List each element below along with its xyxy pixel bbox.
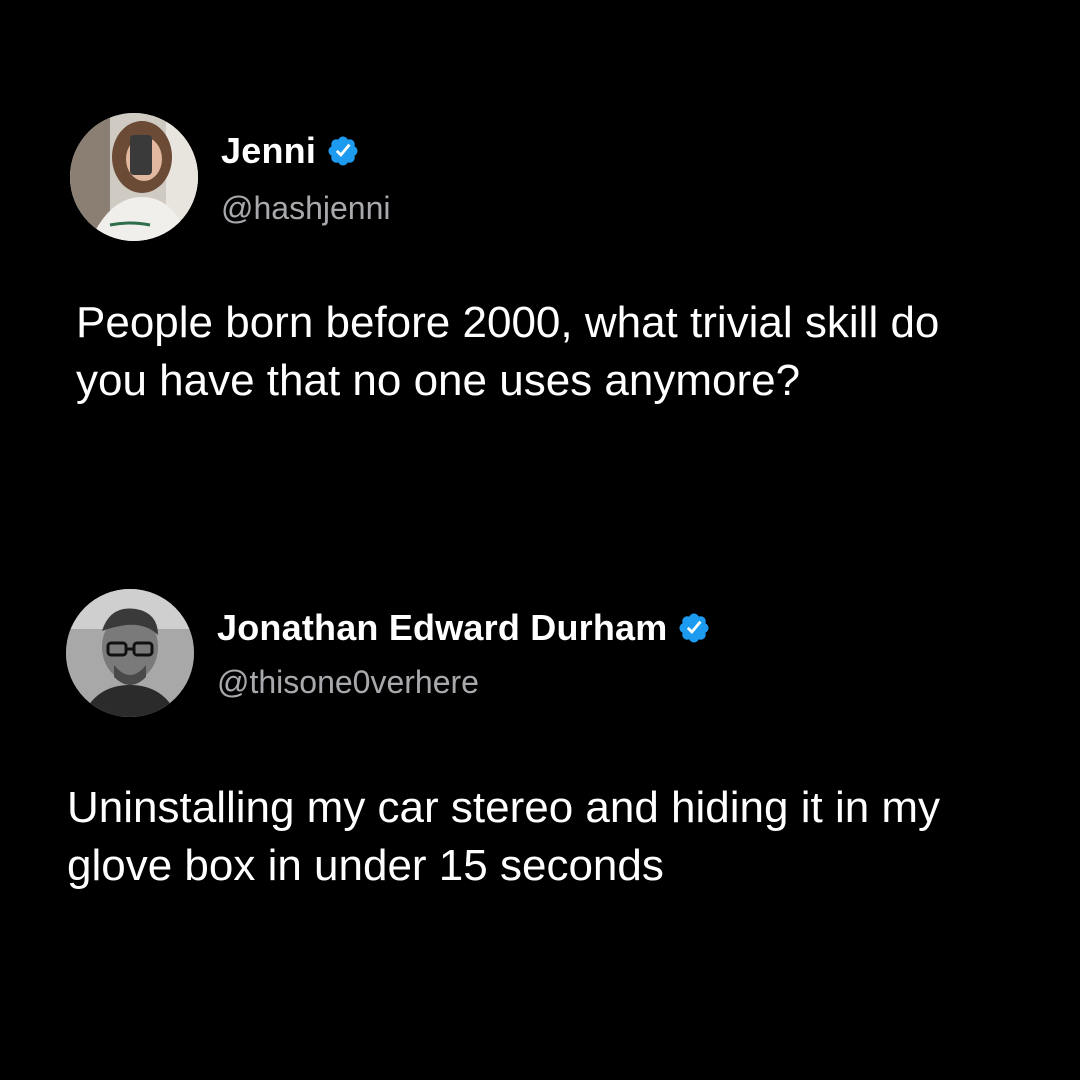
- display-name[interactable]: Jonathan Edward Durham: [217, 607, 667, 649]
- username-handle[interactable]: @thisone0verhere: [217, 664, 479, 701]
- post-text: Uninstalling my car stereo and hiding it…: [67, 783, 941, 890]
- avatar-jenni[interactable]: [70, 113, 198, 241]
- avatar-photo-icon: [66, 589, 194, 717]
- author-row: Jonathan Edward Durham: [217, 605, 711, 651]
- username-handle[interactable]: @hashjenni: [221, 190, 390, 227]
- author-row: Jenni: [221, 128, 360, 174]
- verified-badge-icon: [677, 611, 711, 645]
- avatar-photo-icon: [70, 113, 198, 241]
- display-name[interactable]: Jenni: [221, 130, 316, 172]
- verified-badge-icon: [326, 134, 360, 168]
- avatar-jonathan[interactable]: [66, 589, 194, 717]
- post-text: People born before 2000, what trivial sk…: [76, 298, 940, 405]
